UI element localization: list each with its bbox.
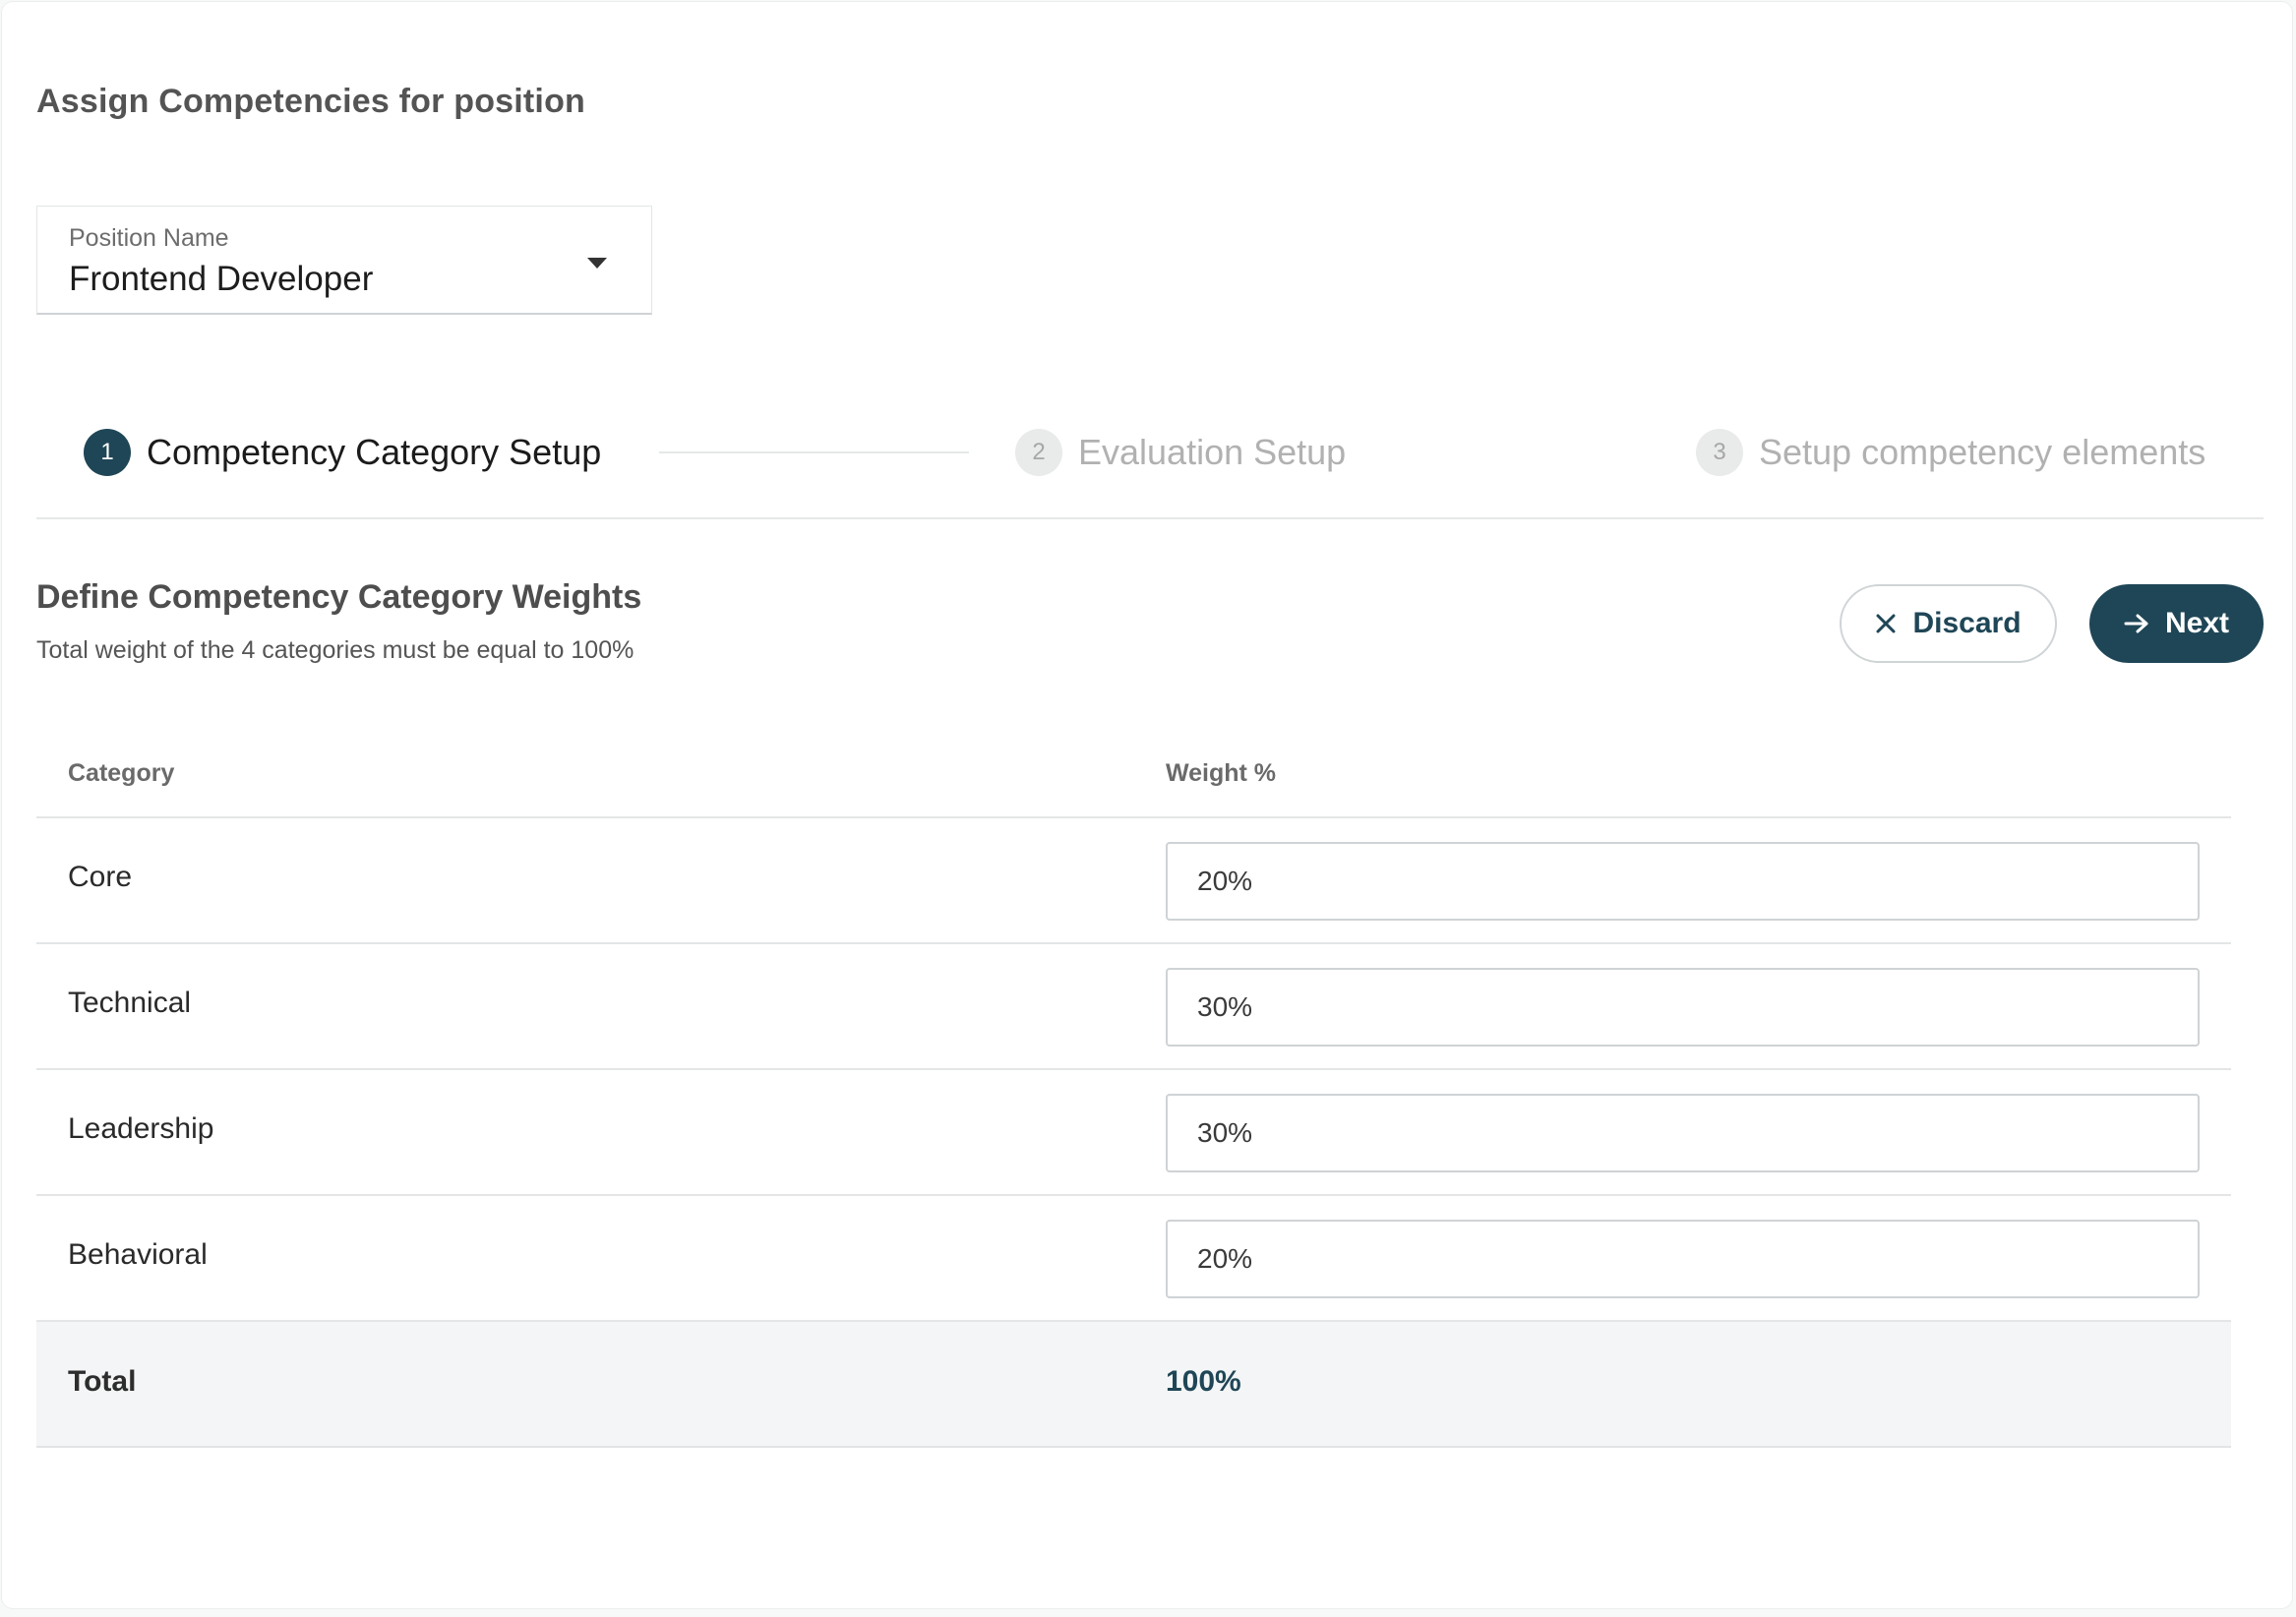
column-header-category: Category: [68, 759, 175, 787]
discard-button[interactable]: Discard: [1840, 584, 2057, 663]
stepper: 1 Competency Category Setup 2 Evaluation…: [36, 415, 2264, 519]
step-number-1: 1: [84, 429, 131, 476]
category-name: Core: [68, 861, 133, 893]
weight-input-leadership[interactable]: [1166, 1094, 2200, 1172]
category-name: Technical: [68, 987, 192, 1019]
section-title: Define Competency Category Weights: [36, 578, 642, 616]
caret-down-icon[interactable]: [587, 258, 607, 269]
close-icon: [1876, 614, 1896, 633]
position-name-label: Position Name: [69, 224, 229, 252]
position-name-select[interactable]: Position Name Frontend Developer: [36, 206, 652, 315]
step-label-1: Competency Category Setup: [147, 432, 602, 472]
total-row: Total 100%: [36, 1322, 2231, 1448]
category-name: Leadership: [68, 1112, 214, 1145]
position-name-value: Frontend Developer: [69, 260, 374, 298]
step-evaluation-setup[interactable]: 2 Evaluation Setup: [1015, 427, 1346, 478]
arrow-right-icon: [2124, 614, 2148, 633]
total-value: 100%: [1166, 1365, 1241, 1398]
next-button-label: Next: [2164, 607, 2230, 639]
table-header: Category Weight %: [36, 730, 2231, 818]
table-row: Behavioral: [36, 1196, 2231, 1322]
total-label: Total: [68, 1365, 137, 1398]
weight-input-core[interactable]: [1166, 842, 2200, 921]
column-header-weight: Weight %: [1166, 759, 1277, 787]
table-row: Technical: [36, 944, 2231, 1070]
step-number-2: 2: [1015, 429, 1062, 476]
weight-input-behavioral[interactable]: [1166, 1220, 2200, 1298]
step-label-3: Setup competency elements: [1759, 432, 2206, 472]
step-competency-category-setup[interactable]: 1 Competency Category Setup: [84, 427, 601, 478]
section-subtitle: Total weight of the 4 categories must be…: [36, 636, 634, 664]
step-label-2: Evaluation Setup: [1078, 432, 1347, 472]
discard-button-label: Discard: [1912, 607, 2022, 639]
step-number-3: 3: [1696, 429, 1743, 476]
category-name: Behavioral: [68, 1238, 208, 1271]
main-card: Assign Competencies for position Positio…: [1, 1, 2293, 1609]
step-setup-competency-elements[interactable]: 3 Setup competency elements: [1696, 427, 2205, 478]
table-row: Leadership: [36, 1070, 2231, 1196]
page-title: Assign Competencies for position: [36, 83, 586, 120]
category-weights-table: Category Weight % Core Technical Leaders…: [36, 730, 2231, 1448]
table-row: Core: [36, 818, 2231, 944]
step-connector: [659, 451, 969, 453]
weight-input-technical[interactable]: [1166, 968, 2200, 1047]
next-button[interactable]: Next: [2089, 584, 2264, 663]
